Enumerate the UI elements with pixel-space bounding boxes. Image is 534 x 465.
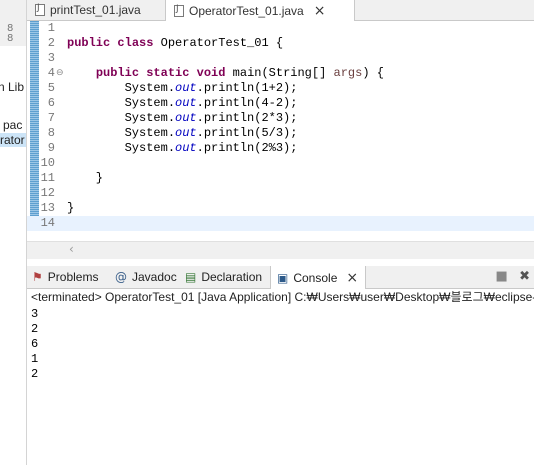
code-line[interactable]: 13} xyxy=(27,201,534,216)
code-text: } xyxy=(67,171,104,185)
console-icon: ▣ xyxy=(277,270,289,285)
code-text: public static void main(String[] args) { xyxy=(95,66,384,80)
code-line[interactable]: 4 ⊖ public static void main(String[] args… xyxy=(27,66,534,81)
tab-problems[interactable]: ⚑ Problems xyxy=(32,266,98,288)
code-line[interactable]: 12 xyxy=(27,186,534,201)
tab-console[interactable]: ▣ Console × xyxy=(270,266,366,289)
code-line[interactable]: 11 } xyxy=(27,171,534,186)
line-number: 11 xyxy=(40,171,55,185)
line-number: 6 xyxy=(47,96,55,110)
bottom-tab-bar: ⚑ Problems @ Javadoc ▤ Declaration ▣ Con… xyxy=(27,266,534,289)
code-text: } xyxy=(67,201,75,215)
problems-icon: ⚑ xyxy=(32,270,43,284)
code-line[interactable]: 6 System.out.println(4-2); xyxy=(27,96,534,111)
code-line[interactable]: 10 xyxy=(27,156,534,171)
line-number: 10 xyxy=(40,156,55,170)
line-number: 7 xyxy=(47,111,55,125)
editor-tab-bar: printTest_01.java OperatorTest_01.java × xyxy=(27,0,534,21)
console-output-line: 2 xyxy=(31,367,39,381)
explorer-item-package[interactable]: pac xyxy=(3,118,22,132)
console-status: <terminated> OperatorTest_01 [Java Appli… xyxy=(31,290,534,304)
tab-printtest[interactable]: printTest_01.java xyxy=(35,0,141,20)
tab-declaration[interactable]: ▤ Declaration xyxy=(185,266,262,288)
line-number: 2 xyxy=(47,36,55,50)
tab-label: Console xyxy=(293,270,338,285)
javadoc-icon: @ xyxy=(115,270,127,284)
code-text: System.out.println(4-2); xyxy=(67,96,298,110)
tab-label: Javadoc xyxy=(132,270,177,284)
code-line[interactable]: 7 System.out.println(2*3); xyxy=(27,111,534,126)
tab-label: printTest_01.java xyxy=(50,3,141,17)
code-line[interactable]: 3 xyxy=(27,51,534,66)
line-number: 14 xyxy=(40,216,55,230)
console-output-line: 6 xyxy=(31,337,39,351)
code-line[interactable]: 9 System.out.println(2%3); xyxy=(27,141,534,156)
terminate-icon[interactable]: ■ xyxy=(495,269,507,284)
java-file-icon xyxy=(174,4,184,17)
console-output-line: 1 xyxy=(31,352,39,366)
fold-collapse-icon[interactable]: ⊖ xyxy=(56,66,64,81)
console-output-line: 2 xyxy=(31,322,39,336)
code-line[interactable]: 2 public class OperatorTest_01 { xyxy=(27,36,534,51)
explorer-item-library[interactable]: n Lib xyxy=(0,80,24,94)
code-text: System.out.println(5/3); xyxy=(67,126,298,140)
line-number: 3 xyxy=(47,51,55,65)
line-number: 8 xyxy=(47,126,55,140)
tab-label: Problems xyxy=(47,270,99,284)
console-output-line: 3 xyxy=(31,307,39,321)
console-output[interactable]: 32612 xyxy=(31,307,531,457)
code-text: System.out.println(2%3); xyxy=(67,141,298,155)
line-number: 4 xyxy=(47,66,55,80)
tab-label: OperatorTest_01.java xyxy=(189,3,304,18)
line-number: 9 xyxy=(47,141,55,155)
code-line[interactable]: 14 xyxy=(27,216,534,231)
code-text: public class OperatorTest_01 { xyxy=(67,36,284,50)
tab-label: Declaration xyxy=(201,270,263,284)
close-icon[interactable]: × xyxy=(314,3,326,19)
declaration-icon: ▤ xyxy=(185,270,197,284)
tab-operatortest[interactable]: OperatorTest_01.java × xyxy=(165,0,355,21)
remove-launch-icon[interactable]: ✖ xyxy=(519,269,530,284)
tab-javadoc[interactable]: @ Javadoc xyxy=(115,266,177,288)
code-editor[interactable]: 1 2 public class OperatorTest_01 { 3 4 ⊖ publ… xyxy=(27,21,534,261)
package-explorer-strip: 88 n Lib pac rator xyxy=(0,0,27,465)
scroll-left-icon[interactable]: ‹ xyxy=(69,242,74,256)
explorer-item-selected[interactable]: rator xyxy=(0,133,26,147)
code-line[interactable]: 5 System.out.println(1+2); xyxy=(27,81,534,96)
line-number: 13 xyxy=(40,201,55,215)
code-text: System.out.println(2*3); xyxy=(67,111,298,125)
code-line[interactable]: 8 System.out.println(5/3); xyxy=(27,126,534,141)
horizontal-scrollbar[interactable]: ‹ xyxy=(27,241,534,259)
code-text: System.out.println(1+2); xyxy=(67,81,298,95)
console-toolbar: ■ ✖ xyxy=(487,269,530,284)
close-icon[interactable]: × xyxy=(346,270,358,286)
explorer-toolbar: 88 xyxy=(0,0,26,46)
line-number: 12 xyxy=(40,186,55,200)
line-number: 5 xyxy=(47,81,55,95)
line-number: 1 xyxy=(47,21,55,35)
java-file-icon xyxy=(35,3,45,16)
code-line[interactable]: 1 xyxy=(27,21,534,36)
minimize-icon[interactable]: 88 xyxy=(7,24,13,44)
